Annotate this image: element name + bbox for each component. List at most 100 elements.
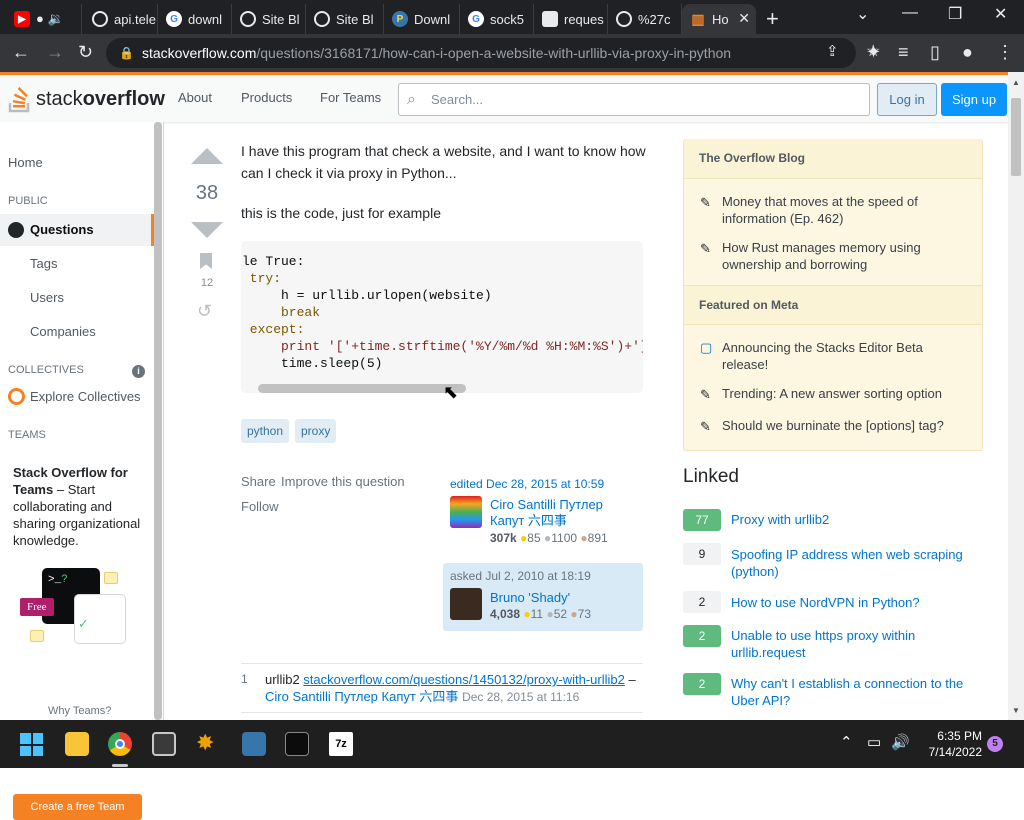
blog-item[interactable]: How Rust manages memory using ownership … <box>722 239 972 273</box>
comment-divider <box>241 712 643 713</box>
close-window-button[interactable]: ✕ <box>994 4 1007 24</box>
reload-icon[interactable]: ↻ <box>78 42 93 62</box>
improve-question-link[interactable]: Improve this question <box>281 474 405 489</box>
blog-item[interactable]: Money that moves at the speed of informa… <box>722 193 972 227</box>
nav-products[interactable]: Products <box>241 90 292 105</box>
browser-tab[interactable]: Site Bl <box>232 4 306 34</box>
maximize-button[interactable]: ❐ <box>948 4 962 24</box>
info-icon[interactable]: i <box>132 365 145 378</box>
linked-question[interactable]: Why can't I establish a connection to th… <box>731 675 981 709</box>
menu-icon[interactable]: ⋮ <box>996 42 1014 62</box>
nav-about[interactable]: About <box>178 90 212 105</box>
meta-item[interactable]: Should we burninate the [options] tag? <box>722 417 972 434</box>
signup-button[interactable]: Sign up <box>941 83 1007 116</box>
stackoverflow-logo[interactable]: stackoverflow <box>8 84 165 114</box>
linked-question[interactable]: Spoofing IP address when web scraping (p… <box>731 546 981 580</box>
browser-tab[interactable]: reques <box>534 4 608 34</box>
comment-user[interactable]: Ciro Santilli Путлер Капут 六四事 <box>265 689 458 704</box>
nav-users[interactable]: Users <box>30 290 64 305</box>
tag-python[interactable]: python <box>241 419 290 443</box>
extensions-icon[interactable]: ✦ <box>866 42 881 62</box>
profile-icon[interactable]: ● <box>962 42 973 62</box>
editor-username[interactable]: Ciro Santilli Путлер Капут 六四事 <box>490 497 640 529</box>
browser-tab[interactable]: G downl <box>158 4 232 34</box>
create-team-button[interactable]: Create a free Team <box>13 794 142 820</box>
forward-icon[interactable]: → <box>46 42 64 62</box>
browser-tab-active[interactable]: ▥ Ho ✕ <box>682 4 756 34</box>
clock-time[interactable]: 6:35 PM <box>922 729 982 743</box>
nav-home[interactable]: Home <box>8 155 43 170</box>
why-teams-link[interactable]: Why Teams? <box>48 705 111 717</box>
app-icon[interactable]: ✸ <box>196 730 214 756</box>
store-icon[interactable] <box>152 732 176 756</box>
avatar[interactable] <box>450 588 482 620</box>
follow-link[interactable]: Follow <box>241 499 279 514</box>
google-icon: G <box>166 11 182 27</box>
linked-question[interactable]: Unable to use https proxy within urllib.… <box>731 627 981 661</box>
browser-tab[interactable]: api.tele <box>84 4 158 34</box>
nav-for-teams[interactable]: For Teams <box>320 90 381 105</box>
nav-questions[interactable]: Questions <box>0 214 154 246</box>
nav-companies[interactable]: Companies <box>30 324 96 339</box>
share-icon[interactable]: ⇪ <box>826 42 839 62</box>
nav-explore-collectives[interactable]: Explore Collectives <box>30 389 141 404</box>
tab-search-icon[interactable]: ⌄ <box>856 4 869 24</box>
downvote-button[interactable] <box>191 222 223 238</box>
network-icon[interactable]: ▭ <box>867 733 881 751</box>
code-scrollbar-thumb[interactable] <box>258 384 466 393</box>
scroll-down-icon[interactable]: ▼ <box>1012 706 1020 715</box>
linked-question[interactable]: Proxy with urllib2 <box>731 511 981 528</box>
close-tab-icon[interactable]: ✕ <box>738 10 750 27</box>
upvote-button[interactable] <box>191 148 223 164</box>
browser-tab[interactable]: Site Bl <box>306 4 384 34</box>
page-scrollbar[interactable]: ▲ ▼ <box>1008 72 1024 720</box>
comment-link[interactable]: stackoverflow.com/questions/1450132/prox… <box>303 672 625 687</box>
clock-date[interactable]: 7/14/2022 <box>914 745 982 759</box>
pencil-icon: ✎ <box>700 241 711 256</box>
bookmark-icon[interactable] <box>200 253 212 269</box>
browser-tab[interactable]: P Downl <box>384 4 460 34</box>
login-button[interactable]: Log in <box>877 83 937 116</box>
side-panel-icon[interactable]: ▯ <box>930 42 940 62</box>
history-icon[interactable]: ↺ <box>197 301 212 322</box>
browser-tab[interactable]: %27c <box>608 4 682 34</box>
scrollbar-thumb[interactable] <box>1011 98 1021 176</box>
scrollbar-thumb[interactable] <box>154 122 162 720</box>
back-icon[interactable]: ← <box>12 42 30 62</box>
avatar[interactable] <box>450 496 482 528</box>
meta-item[interactable]: Trending: A new answer sorting option <box>722 385 972 402</box>
python-icon[interactable] <box>242 732 266 756</box>
left-sidebar-scrollbar[interactable] <box>154 122 162 720</box>
address-bar[interactable]: 🔒 stackoverflow.com/questions/3168171/ho… <box>106 38 856 68</box>
browser-tab[interactable]: ▶ ● 🔉 <box>6 4 82 34</box>
chevron-up-icon[interactable]: ⌃ <box>840 733 853 751</box>
edited-timestamp[interactable]: edited Dec 28, 2015 at 10:59 <box>450 477 604 491</box>
browser-tab[interactable]: G sock5 <box>460 4 534 34</box>
scroll-up-icon[interactable]: ▲ <box>1012 78 1020 87</box>
meta-item[interactable]: Announcing the Stacks Editor Beta releas… <box>722 339 972 373</box>
chrome-icon[interactable] <box>108 732 132 756</box>
share-link[interactable]: Share <box>241 474 276 489</box>
tag-proxy[interactable]: proxy <box>295 419 337 443</box>
new-tab-button[interactable]: + <box>766 6 779 32</box>
media-control-icon[interactable]: ≡ <box>898 42 909 62</box>
windows-start-icon[interactable] <box>20 733 43 756</box>
asker-username[interactable]: Bruno 'Shady' <box>490 590 570 605</box>
notification-badge[interactable]: 5 <box>987 736 1003 752</box>
url-host: stackoverflow.com <box>142 45 257 61</box>
volume-icon[interactable]: 🔊 <box>891 733 910 751</box>
minimize-button[interactable]: — <box>902 4 918 22</box>
blog-title: The Overflow Blog <box>684 139 982 179</box>
section-collectives: COLLECTIVES <box>8 364 84 376</box>
terminal-icon[interactable] <box>285 732 309 756</box>
globe-icon <box>314 11 330 27</box>
nav-tags[interactable]: Tags <box>30 256 57 271</box>
google-icon: G <box>468 11 484 27</box>
asker-reputation: 4,038 ●11 ●52 ●73 <box>490 607 591 621</box>
tab-label: api.tele <box>114 11 156 27</box>
tab-label: ● 🔉 <box>36 11 64 26</box>
search-input[interactable]: ⌕ Search... <box>398 83 870 116</box>
7zip-icon[interactable]: 7z <box>329 732 353 756</box>
file-explorer-icon[interactable] <box>65 732 89 756</box>
linked-question[interactable]: How to use NordVPN in Python? <box>731 594 981 611</box>
